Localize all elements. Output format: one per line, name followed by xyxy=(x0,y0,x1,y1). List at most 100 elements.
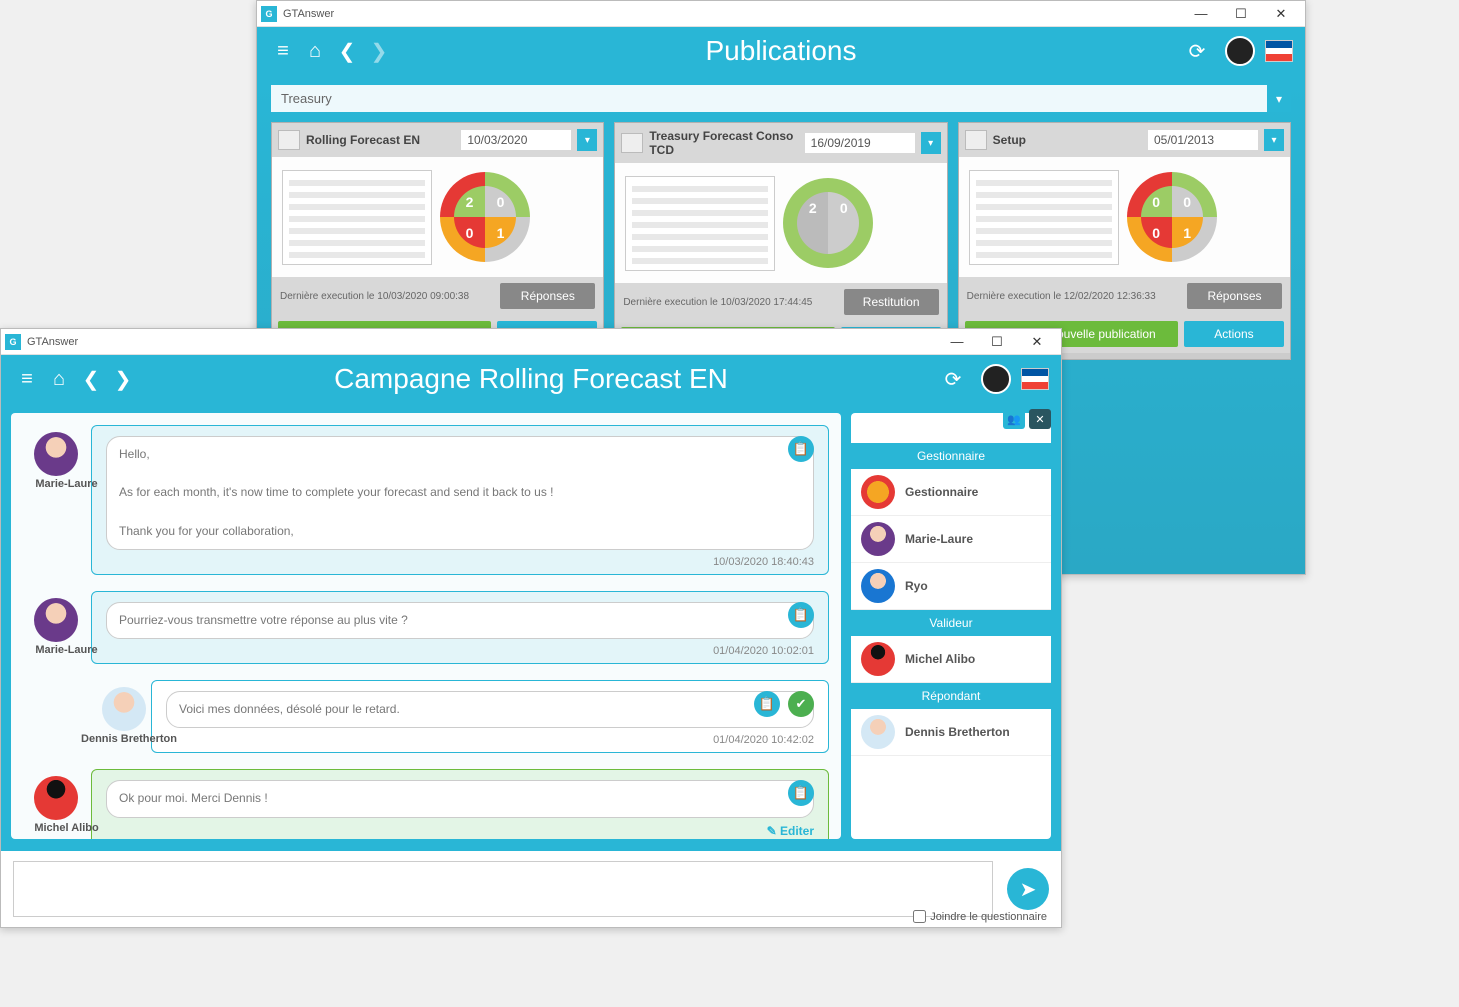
check-icon[interactable]: ✔ xyxy=(788,691,814,717)
status-donut: 0 0 0 1 xyxy=(1127,172,1217,262)
app-icon: G xyxy=(261,6,277,22)
titlebar: G GTAnswer — ☐ ✕ xyxy=(1,329,1061,355)
compose-input[interactable] xyxy=(13,861,993,917)
participant-avatar xyxy=(861,715,895,749)
messages-list: Marie-Laure 📋 Hello,As for each month, i… xyxy=(11,413,841,839)
user-avatar[interactable] xyxy=(981,364,1011,394)
maximize-button[interactable]: ☐ xyxy=(1221,1,1261,27)
date-dropdown[interactable]: ▾ xyxy=(921,132,941,154)
message-time: 01/04/2020 10:02:01 xyxy=(106,645,814,657)
card-date[interactable]: 10/03/2020 xyxy=(461,130,571,150)
panel-close-icon[interactable]: ✕ xyxy=(1029,409,1051,429)
app-name: GTAnswer xyxy=(283,8,334,20)
message: Dennis Bretherton 📋✔ Voici mes données, … xyxy=(151,680,829,753)
participant-avatar xyxy=(861,522,895,556)
responses-button[interactable]: Réponses xyxy=(1187,283,1282,309)
message-text: Hello,As for each month, it's now time t… xyxy=(106,436,814,550)
appbar: ≡ ⌂ ❮ ❯ Campagne Rolling Forecast EN ⟳ xyxy=(1,355,1061,403)
card-title: Treasury Forecast Conso TCD xyxy=(649,129,798,157)
card-type-icon xyxy=(621,133,643,153)
actions-button[interactable]: Actions xyxy=(1184,321,1284,347)
message-avatar xyxy=(34,432,78,476)
message-time: 01/04/2020 10:42:02 xyxy=(166,734,814,746)
campaign-body: Marie-Laure 📋 Hello,As for each month, i… xyxy=(1,403,1061,927)
minimize-button[interactable]: — xyxy=(1181,1,1221,27)
clipboard-icon[interactable]: 📋 xyxy=(788,780,814,806)
date-dropdown[interactable]: ▾ xyxy=(1264,129,1284,151)
publication-card: Setup 05/01/2013 ▾ 0 0 0 1 Dernière exec… xyxy=(958,122,1291,360)
close-button[interactable]: ✕ xyxy=(1261,1,1301,27)
home-icon[interactable]: ⌂ xyxy=(45,365,73,393)
forward-icon[interactable]: ❯ xyxy=(365,37,393,65)
card-date[interactable]: 05/01/2013 xyxy=(1148,130,1258,150)
message-avatar xyxy=(102,687,146,731)
refresh-icon[interactable]: ⟳ xyxy=(939,365,967,393)
menu-icon[interactable]: ≡ xyxy=(13,365,41,393)
send-button[interactable]: ➤ xyxy=(1007,868,1049,910)
app-icon: G xyxy=(5,334,21,350)
side-section-header: Valideur xyxy=(851,610,1051,636)
card-type-icon xyxy=(965,130,987,150)
back-icon[interactable]: ❮ xyxy=(333,37,361,65)
participant-row[interactable]: Ryo xyxy=(851,563,1051,610)
participant-row[interactable]: Michel Alibo xyxy=(851,636,1051,683)
message-avatar xyxy=(34,776,78,820)
message-author: Michel Alibo xyxy=(24,822,109,834)
card-thumbnail[interactable] xyxy=(282,170,432,265)
publication-card: Treasury Forecast Conso TCD 16/09/2019 ▾… xyxy=(614,122,947,360)
participant-avatar xyxy=(861,475,895,509)
participant-row[interactable]: Marie-Laure xyxy=(851,516,1051,563)
participant-name: Michel Alibo xyxy=(905,652,975,666)
participant-name: Gestionnaire xyxy=(905,485,978,499)
attach-questionnaire[interactable]: Joindre le questionnaire xyxy=(913,910,1047,923)
date-dropdown[interactable]: ▾ xyxy=(577,129,597,151)
message-text: Ok pour moi. Merci Dennis ! xyxy=(106,780,814,817)
side-section-header: Gestionnaire xyxy=(851,443,1051,469)
message-text: Pourriez-vous transmettre votre réponse … xyxy=(106,602,814,639)
status-donut: 2 0 0 1 xyxy=(440,172,530,262)
message-author: Marie-Laure xyxy=(24,644,109,656)
home-icon[interactable]: ⌂ xyxy=(301,37,329,65)
responses-button[interactable]: Restitution xyxy=(844,289,939,315)
menu-icon[interactable]: ≡ xyxy=(269,37,297,65)
participant-row[interactable]: Dennis Bretherton xyxy=(851,709,1051,756)
card-thumbnail[interactable] xyxy=(969,170,1119,265)
campaign-window: G GTAnswer — ☐ ✕ ≡ ⌂ ❮ ❯ Campagne Rollin… xyxy=(0,328,1062,928)
panel-users-icon[interactable]: 👥 xyxy=(1003,409,1025,429)
clipboard-icon[interactable]: 📋 xyxy=(754,691,780,717)
side-section-header: Répondant xyxy=(851,683,1051,709)
edit-button[interactable]: ✎ Editer xyxy=(106,824,814,838)
card-thumbnail[interactable] xyxy=(625,176,775,271)
participant-avatar xyxy=(861,642,895,676)
message-time: 10/03/2020 18:40:43 xyxy=(106,556,814,568)
message-avatar xyxy=(34,598,78,642)
page-title: Campagne Rolling Forecast EN xyxy=(334,363,728,395)
language-flag[interactable] xyxy=(1021,368,1049,390)
page-title: Publications xyxy=(706,35,857,67)
participants-panel: 👥 ✕ Gestionnaire Gestionnaire Marie-Laur… xyxy=(851,413,1051,839)
attach-checkbox[interactable] xyxy=(913,910,926,923)
message-author: Dennis Bretherton xyxy=(74,733,184,745)
responses-button[interactable]: Réponses xyxy=(500,283,595,309)
forward-icon[interactable]: ❯ xyxy=(109,365,137,393)
clipboard-icon[interactable]: 📋 xyxy=(788,602,814,628)
app-name: GTAnswer xyxy=(27,336,78,348)
last-execution: Dernière execution le 10/03/2020 17:44:4… xyxy=(623,297,837,308)
refresh-icon[interactable]: ⟳ xyxy=(1183,37,1211,65)
close-button[interactable]: ✕ xyxy=(1017,329,1057,355)
clipboard-icon[interactable]: 📋 xyxy=(788,436,814,462)
breadcrumb-dropdown[interactable]: ▾ xyxy=(1267,85,1291,112)
language-flag[interactable] xyxy=(1265,40,1293,62)
publication-card: Rolling Forecast EN 10/03/2020 ▾ 2 0 0 1… xyxy=(271,122,604,360)
maximize-button[interactable]: ☐ xyxy=(977,329,1017,355)
participant-avatar xyxy=(861,569,895,603)
user-avatar[interactable] xyxy=(1225,36,1255,66)
card-date[interactable]: 16/09/2019 xyxy=(805,133,915,153)
status-donut: 2 0 xyxy=(783,178,873,268)
back-icon[interactable]: ❮ xyxy=(77,365,105,393)
minimize-button[interactable]: — xyxy=(937,329,977,355)
last-execution: Dernière execution le 12/02/2020 12:36:3… xyxy=(967,291,1181,302)
message: Marie-Laure 📋 Hello,As for each month, i… xyxy=(91,425,829,575)
participant-row[interactable]: Gestionnaire xyxy=(851,469,1051,516)
message-text: Voici mes données, désolé pour le retard… xyxy=(166,691,814,728)
